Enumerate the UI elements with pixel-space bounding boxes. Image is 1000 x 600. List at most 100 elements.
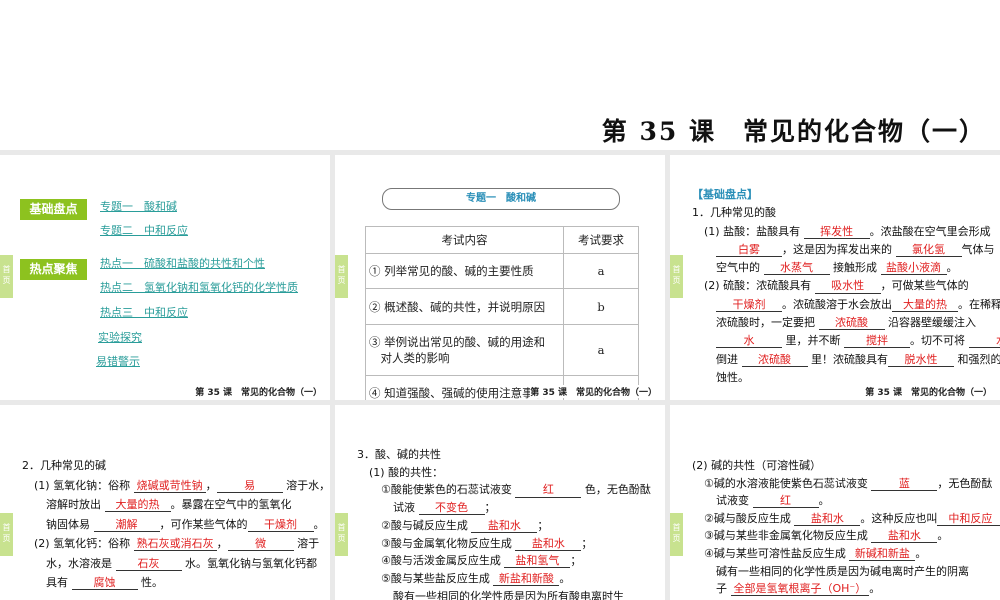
- row-content: ③ 举例说出常见的酸、碱的用途和 对人类的影响: [365, 324, 564, 376]
- text-segment: ④酸与活泼金属反应生成: [381, 554, 505, 568]
- text-segment: 1．几种常见的酸: [692, 206, 776, 220]
- text-segment: 。这种反应也叫: [860, 511, 938, 525]
- slide-thumbnail-3[interactable]: 首页 【基础盘点】 1．几种常见的酸 (1) 盐酸：盐酸具有 挥发性 。浓盐酸在空气里…: [670, 155, 1000, 400]
- text-segment: ，可作某些气体的: [159, 517, 248, 531]
- text-segment: 具有: [46, 576, 72, 589]
- text-segment: ；: [537, 518, 549, 532]
- text-segment: 气体与: [961, 242, 995, 256]
- answer-blank: 红: [515, 484, 582, 498]
- basics-box: 基础盘点: [20, 199, 87, 220]
- text-line: ①碱的水溶液能使紫色石蕊试液变 蓝，无色酚酞: [692, 475, 1000, 493]
- text-line: 钠固体易 潮解 ，可作某些气体的 干燥剂。: [22, 515, 330, 535]
- answer-blank: 蓝: [871, 477, 938, 491]
- text-segment: ①酸能使紫色的石蕊试液变: [381, 483, 516, 497]
- slide-thumbnail-5[interactable]: 首页 3．酸、碱的共性 (1) 酸的共性： ①酸能使紫色的石蕊试液变 红 色，无色酚…: [335, 405, 665, 600]
- text-segment: ；: [581, 536, 593, 550]
- home-tab[interactable]: 首页: [0, 255, 13, 298]
- text-segment: 。: [946, 261, 958, 275]
- text-segment: 色，无色酚酞: [581, 483, 651, 497]
- exam-requirements-table: 考试内容 考试要求 ① 列举常见的酸、碱的主要性质 a ② 概述酸、碱的共性，并说…: [365, 226, 639, 400]
- text-segment: 。浓盐酸在空气里会形成: [869, 224, 991, 238]
- text-segment: 溶于水，: [282, 478, 330, 492]
- slide-text: (2) 碱的共性（可溶性碱） ①碱的水溶液能使紫色石蕊试液变 蓝，无色酚酞 试液变 …: [692, 457, 1000, 598]
- table-row: ③ 举例说出常见的酸、碱的用途和 对人类的影响 a: [365, 324, 639, 376]
- text-segment: 溶于: [293, 537, 320, 550]
- text-segment: (2) 碱的共性（可溶性碱）: [692, 459, 822, 472]
- text-segment: 水，水溶液是: [46, 556, 116, 570]
- text-segment: 里！浓硫酸具有: [807, 352, 888, 366]
- answer-blank: 大量的热: [892, 298, 958, 312]
- text-line: 酸有一些相同的化学性质是因为所有酸电离时生: [357, 588, 651, 600]
- answer-blank: 盐和氢气: [504, 555, 571, 569]
- home-tab[interactable]: 首页: [670, 513, 683, 556]
- text-segment: (2) 硫酸：浓硫酸具有: [704, 279, 815, 293]
- text-segment: ，无色酚酞: [937, 476, 993, 490]
- text-line: 干燥剂 。浓硫酸溶于水会放出 大量的热 。在稀释: [692, 296, 1000, 314]
- text-segment: 性。: [137, 576, 163, 589]
- text-segment: 子: [716, 582, 731, 596]
- home-tab[interactable]: 首页: [0, 513, 13, 556]
- answer-blank: 吸水性: [814, 280, 881, 294]
- text-line: 水 里，并不断 搅拌。切不可将 水: [692, 332, 1000, 350]
- text-segment: 。: [915, 546, 927, 560]
- text-segment: 蚀性。: [716, 370, 749, 384]
- answer-blank: 全部是氢氧根离子（OH⁻）: [730, 583, 870, 597]
- text-segment: 酸有一些相同的化学性质是因为所有酸电离时生: [393, 589, 624, 600]
- answer-blank: 水蒸气: [763, 262, 830, 276]
- slide-footer: 第 35 课 常见的化合物（一）: [865, 388, 992, 398]
- page-title: 第 35 课 常见的化合物（一）: [601, 117, 986, 146]
- text-line: ⑤酸与某些盐反应生成 新盐和新酸。: [357, 570, 651, 588]
- text-line: 倒进 浓硫酸 里！浓硫酸具有脱水性 和强烈的腐: [692, 351, 1000, 369]
- link-warnings[interactable]: 易错警示: [96, 353, 140, 369]
- answer-blank: 水: [968, 335, 1000, 349]
- text-segment: 和强烈的腐: [957, 352, 1000, 366]
- text-line: 白雾 ，这是因为挥发出来的 氯化氢 气体与: [692, 241, 1000, 259]
- text-line: 水，水溶液是 石灰 水。氢氧化钠与氢氧化钙都: [22, 554, 330, 574]
- answer-blank: 不变色: [418, 502, 485, 516]
- slide-thumbnail-1[interactable]: 首页 基础盘点 热点聚焦 专题一 酸和碱 专题二 中和反应 热点一 硫酸和盐酸的…: [0, 155, 330, 400]
- text-segment: ⑤酸与某些盐反应生成: [381, 571, 494, 585]
- text-line: 2．几种常见的碱: [22, 456, 330, 476]
- slide-thumbnail-4[interactable]: 首页 2．几种常见的碱 (1) 氢氧化钠：俗称 烧碱或苛性钠，易 溶于水， 溶解时放…: [0, 405, 330, 600]
- answer-blank: 熟石灰或消石灰: [133, 537, 217, 552]
- hotspot-box: 热点聚焦: [20, 259, 87, 280]
- text-segment: ②酸与碱反应生成: [381, 518, 472, 532]
- link-hotspot-1[interactable]: 热点一 硫酸和盐酸的共性和个性: [100, 255, 265, 271]
- slide-text: 【基础盘点】 1．几种常见的酸 (1) 盐酸：盐酸具有 挥发性 。浓盐酸在空气里会形成…: [692, 186, 1000, 387]
- text-line: 试液 不变色；: [357, 499, 651, 517]
- text-segment: (1) 酸的共性：: [369, 465, 444, 479]
- text-segment: ，这是因为挥发出来的: [782, 242, 896, 256]
- link-topic-2[interactable]: 专题二 中和反应: [100, 222, 188, 238]
- answer-blank: 盐和水: [871, 530, 938, 544]
- text-line: (2) 硫酸：浓硫酸具有 吸水性 ，可做某些气体的: [692, 277, 1000, 295]
- text-segment: ③酸与金属氧化物反应生成: [381, 536, 516, 550]
- answer-blank: 微: [227, 537, 294, 552]
- text-segment: 【基础盘点】: [692, 188, 758, 201]
- text-segment: ，: [216, 537, 228, 550]
- text-segment: 沿容器壁缓缓注入: [884, 316, 976, 330]
- home-tab[interactable]: 首页: [335, 255, 348, 298]
- text-segment: (1) 盐酸：盐酸具有: [704, 224, 804, 238]
- home-tab[interactable]: 首页: [670, 255, 683, 298]
- text-segment: 里，并不断: [782, 334, 844, 348]
- text-segment: 试液变: [716, 494, 753, 508]
- text-line: 3．酸、碱的共性: [357, 446, 651, 464]
- text-segment: (2) 氢氧化钙：俗称: [34, 537, 134, 550]
- text-line: 具有 腐蚀 性。: [22, 573, 330, 593]
- link-topic-1[interactable]: 专题一 酸和碱: [100, 198, 177, 214]
- answer-blank: 干燥剂: [716, 298, 782, 312]
- answer-blank: 盐和水: [794, 512, 861, 526]
- link-hotspot-3[interactable]: 热点三 中和反应: [100, 304, 188, 320]
- link-hotspot-2[interactable]: 热点二 氢氧化钠和氢氧化钙的化学性质: [100, 279, 298, 295]
- row-req: a: [563, 253, 639, 289]
- text-segment: 试液: [393, 501, 419, 515]
- text-segment: (1) 氢氧化钠：俗称: [34, 478, 134, 492]
- text-segment: 3．酸、碱的共性: [357, 448, 441, 461]
- text-segment: ，: [205, 478, 217, 492]
- slide-thumbnail-6[interactable]: 首页 (2) 碱的共性（可溶性碱） ①碱的水溶液能使紫色石蕊试液变 蓝，无色酚酞试…: [670, 405, 1000, 600]
- answer-blank: 氯化氢: [895, 243, 962, 257]
- home-tab[interactable]: 首页: [335, 513, 348, 556]
- link-experiment[interactable]: 实验探究: [98, 329, 142, 345]
- answer-blank: 中和反应: [937, 512, 1000, 526]
- slide-thumbnail-2[interactable]: 首页 专题一 酸和碱 考试内容 考试要求 ① 列举常见的酸、碱的主要性质 a ② …: [335, 155, 665, 400]
